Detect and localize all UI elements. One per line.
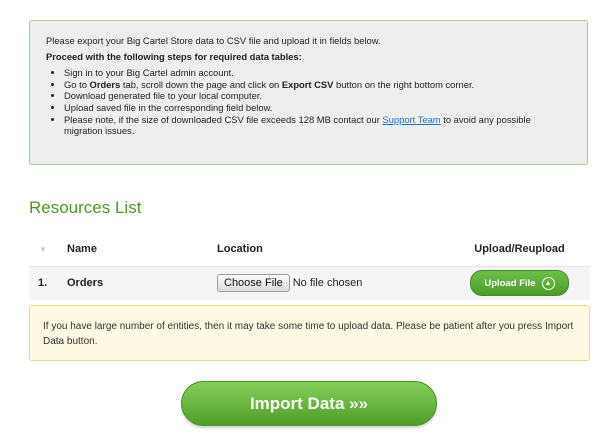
- step-text: Please note, if the size of downloaded C…: [64, 113, 383, 125]
- sort-column-header[interactable]: ▼: [29, 233, 67, 267]
- resources-table: ▼ Name Location Upload/Reupload 1. Order…: [29, 233, 590, 300]
- name-column-header: Name: [67, 233, 217, 267]
- orders-tab-mention: Orders: [89, 78, 121, 90]
- export-csv-mention: Export CSV: [281, 78, 334, 90]
- step-text: button on the right bottom corner.: [333, 78, 475, 90]
- instruction-step: Go to Orders tab, scroll down the page a…: [64, 79, 571, 91]
- import-data-button[interactable]: Import Data »»: [181, 381, 437, 426]
- instruction-step: Please note, if the size of downloaded C…: [64, 114, 571, 137]
- instruction-step: Download generated file to your local co…: [64, 90, 571, 102]
- location-column-header: Location: [217, 233, 449, 267]
- upload-file-button[interactable]: Upload File ▲: [470, 270, 569, 297]
- file-location-cell: Choose File No file chosen: [217, 266, 449, 300]
- upload-notice: If you have large number of entities, th…: [29, 305, 590, 361]
- resource-name: Orders: [67, 277, 104, 290]
- instruction-step: Sign in to your Big Cartel admin account…: [64, 67, 571, 79]
- step-text: Upload saved file in the corresponding f…: [64, 101, 273, 113]
- resources-list-title: Resources List: [29, 198, 142, 217]
- step-text: Go to: [64, 78, 90, 90]
- instructions-steps-list: Sign in to your Big Cartel admin account…: [46, 67, 571, 137]
- instructions-panel: Please export your Big Cartel Store data…: [29, 20, 588, 165]
- file-status-text: No file chosen: [292, 277, 363, 290]
- upload-arrow-icon: ▲: [541, 276, 555, 290]
- step-text: tab, scroll down the page and click on: [120, 78, 282, 90]
- instructions-intro: Please export your Big Cartel Store data…: [46, 35, 381, 46]
- upload-file-label: Upload File: [484, 277, 536, 289]
- row-number: 1.: [38, 277, 48, 290]
- sort-arrow-icon[interactable]: ▼: [29, 245, 47, 254]
- table-row: 1. Orders Choose File No file chosen Uplo…: [29, 266, 590, 300]
- step-text: Download generated file to your local co…: [64, 90, 263, 102]
- upload-column-header: Upload/Reupload: [449, 233, 590, 267]
- choose-file-button[interactable]: Choose File: [217, 274, 290, 293]
- step-text: Sign in to your Big Cartel admin account…: [64, 67, 234, 79]
- table-header-row: ▼ Name Location Upload/Reupload: [29, 233, 590, 267]
- upload-cell: Upload File ▲: [449, 266, 590, 300]
- support-team-link[interactable]: Support Team: [382, 114, 440, 125]
- instructions-steps-title: Proceed with the following steps for req…: [46, 50, 302, 62]
- instruction-step: Upload saved file in the corresponding f…: [64, 102, 571, 114]
